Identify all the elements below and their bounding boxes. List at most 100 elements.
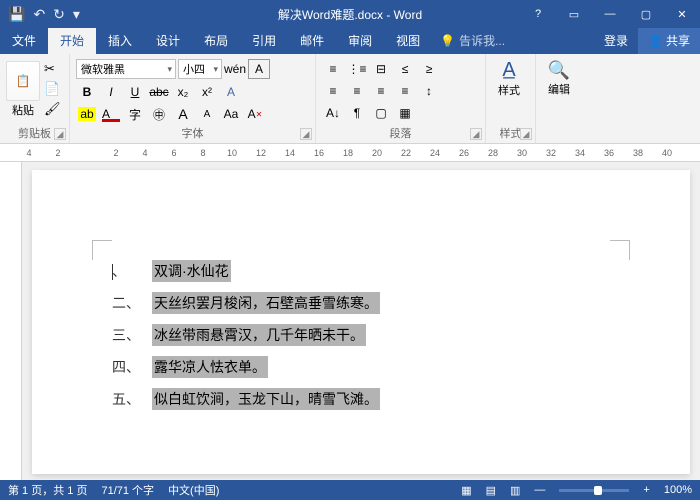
font-launcher[interactable]: ◢: [300, 128, 312, 140]
paste-button[interactable]: 📋: [6, 61, 40, 101]
styles-button[interactable]: A̲样式: [492, 57, 526, 99]
font-color-button[interactable]: A: [100, 104, 122, 124]
tab-review[interactable]: 审阅: [336, 27, 384, 54]
tab-file[interactable]: 文件: [0, 27, 48, 54]
window-controls: ? ▭ — ▢ ✕: [520, 0, 700, 28]
decrease-indent-button[interactable]: ≤: [394, 59, 416, 79]
save-icon[interactable]: 💾: [8, 6, 25, 23]
ribbon: 📋 粘贴 ✂ 📄 🖌 剪贴板 ◢ 微软雅黑 小四 wén A B I U: [0, 54, 700, 144]
char-border-button[interactable]: A: [248, 59, 270, 79]
multilevel-list-button[interactable]: ⊟: [370, 59, 392, 79]
ruler-tick: 8: [198, 148, 208, 158]
close-button[interactable]: ✕: [664, 0, 700, 28]
numbering-button[interactable]: ⋮≡: [346, 59, 368, 79]
title-bar: 💾 ↶ ↻ ▾ 解决Word难题.docx - Word ? ▭ — ▢ ✕: [0, 0, 700, 28]
superscript-button[interactable]: x²: [196, 82, 218, 102]
view-read-icon[interactable]: ▦: [461, 484, 471, 497]
ribbon-display-options-icon[interactable]: ▭: [556, 0, 592, 28]
document-page[interactable]: 、双调·水仙花二、天丝织罢月梭闲，石壁高垂雪练寒。三、冰丝带雨悬霄汉，几千年晒未…: [32, 170, 690, 474]
document-line[interactable]: 四、露华凉人怯衣单。: [112, 356, 610, 378]
highlight-button[interactable]: ab: [76, 104, 98, 124]
ruler-tick: 30: [517, 148, 527, 158]
enclose-char-button[interactable]: ㊥: [148, 104, 170, 124]
zoom-slider[interactable]: [559, 489, 629, 492]
ruler-tick: 4: [24, 148, 34, 158]
shading-button[interactable]: ▢: [370, 103, 392, 123]
bold-button[interactable]: B: [76, 82, 98, 102]
italic-button[interactable]: I: [100, 82, 122, 102]
status-language[interactable]: 中文(中国): [168, 482, 219, 498]
line-spacing-button[interactable]: ↕: [418, 81, 440, 101]
tab-home[interactable]: 开始: [48, 27, 96, 54]
share-button[interactable]: 👤共享: [638, 27, 700, 54]
view-web-icon[interactable]: ▥: [510, 484, 520, 497]
redo-icon[interactable]: ↻: [53, 6, 65, 23]
text-effects-button[interactable]: A: [220, 82, 242, 102]
selected-text[interactable]: 天丝织罢月梭闲，石壁高垂雪练寒。: [152, 292, 380, 314]
show-marks-button[interactable]: ¶: [346, 103, 368, 123]
font-name-select[interactable]: 微软雅黑: [76, 59, 176, 79]
paste-label: 粘贴: [12, 102, 34, 118]
borders-button[interactable]: ▦: [394, 103, 416, 123]
maximize-button[interactable]: ▢: [628, 0, 664, 28]
cut-icon[interactable]: ✂: [44, 61, 61, 77]
phonetic-guide-button[interactable]: wén: [224, 59, 246, 79]
zoom-in-button[interactable]: +: [643, 484, 649, 496]
char-shading-button[interactable]: 字: [124, 104, 146, 124]
tab-design[interactable]: 设计: [144, 27, 192, 54]
paragraph-launcher[interactable]: ◢: [470, 128, 482, 140]
copy-icon[interactable]: 📄: [44, 81, 61, 97]
subscript-button[interactable]: x₂: [172, 82, 194, 102]
tab-mailings[interactable]: 邮件: [288, 27, 336, 54]
ruler-tick: 20: [372, 148, 382, 158]
styles-launcher[interactable]: ◢: [520, 128, 532, 140]
editing-button[interactable]: 🔍编辑: [542, 57, 576, 99]
change-case-button[interactable]: Aa: [220, 104, 242, 124]
increase-indent-button[interactable]: ≥: [418, 59, 440, 79]
view-print-icon[interactable]: ▤: [486, 484, 496, 497]
zoom-level[interactable]: 100%: [664, 484, 692, 496]
document-line[interactable]: 五、似白虹饮涧，玉龙下山，晴雪飞滩。: [112, 388, 610, 410]
tab-insert[interactable]: 插入: [96, 27, 144, 54]
align-justify-button[interactable]: ≡: [394, 81, 416, 101]
bulb-icon: 💡: [440, 34, 455, 48]
vertical-ruler[interactable]: [0, 162, 22, 482]
align-left-button[interactable]: ≡: [322, 81, 344, 101]
tab-view[interactable]: 视图: [384, 27, 432, 54]
grow-font-button[interactable]: A: [172, 104, 194, 124]
ruler-tick: 26: [459, 148, 469, 158]
clear-formatting-button[interactable]: A✕: [244, 104, 266, 124]
selected-text[interactable]: 冰丝带雨悬霄汉，几千年晒未干。: [152, 324, 366, 346]
zoom-out-button[interactable]: —: [534, 484, 545, 496]
strikethrough-button[interactable]: abc: [148, 82, 170, 102]
group-paragraph-label: 段落: [316, 125, 485, 141]
selected-text[interactable]: 似白虹饮涧，玉龙下山，晴雪飞滩。: [152, 388, 380, 410]
document-line[interactable]: 二、天丝织罢月梭闲，石壁高垂雪练寒。: [112, 292, 610, 314]
clipboard-launcher[interactable]: ◢: [54, 128, 66, 140]
ribbon-help-icon[interactable]: ?: [520, 0, 556, 28]
tab-layout[interactable]: 布局: [192, 27, 240, 54]
minimize-button[interactable]: —: [592, 0, 628, 28]
list-number: 五、: [112, 389, 152, 409]
status-page[interactable]: 第 1 页，共 1 页: [8, 482, 87, 498]
document-line[interactable]: 三、冰丝带雨悬霄汉，几千年晒未干。: [112, 324, 610, 346]
login-button[interactable]: 登录: [594, 27, 638, 54]
horizontal-ruler[interactable]: 42246810121416182022242628303234363840: [0, 144, 700, 162]
tab-references[interactable]: 引用: [240, 27, 288, 54]
underline-button[interactable]: U: [124, 82, 146, 102]
align-center-button[interactable]: ≡: [346, 81, 368, 101]
selected-text[interactable]: 双调·水仙花: [152, 260, 231, 282]
align-right-button[interactable]: ≡: [370, 81, 392, 101]
bullets-button[interactable]: ≡: [322, 59, 344, 79]
font-size-select[interactable]: 小四: [178, 59, 222, 79]
shrink-font-button[interactable]: A: [196, 104, 218, 124]
tell-me-search[interactable]: 💡告诉我...: [432, 27, 513, 54]
status-word-count[interactable]: 71/71 个字: [101, 482, 154, 498]
selected-text[interactable]: 露华凉人怯衣单。: [152, 356, 268, 378]
text-cursor: [112, 264, 113, 280]
format-painter-icon[interactable]: 🖌: [44, 101, 61, 117]
qat-more-icon[interactable]: ▾: [73, 6, 80, 23]
undo-icon[interactable]: ↶: [33, 6, 45, 23]
sort-button[interactable]: A↓: [322, 103, 344, 123]
document-line[interactable]: 、双调·水仙花: [112, 260, 610, 282]
